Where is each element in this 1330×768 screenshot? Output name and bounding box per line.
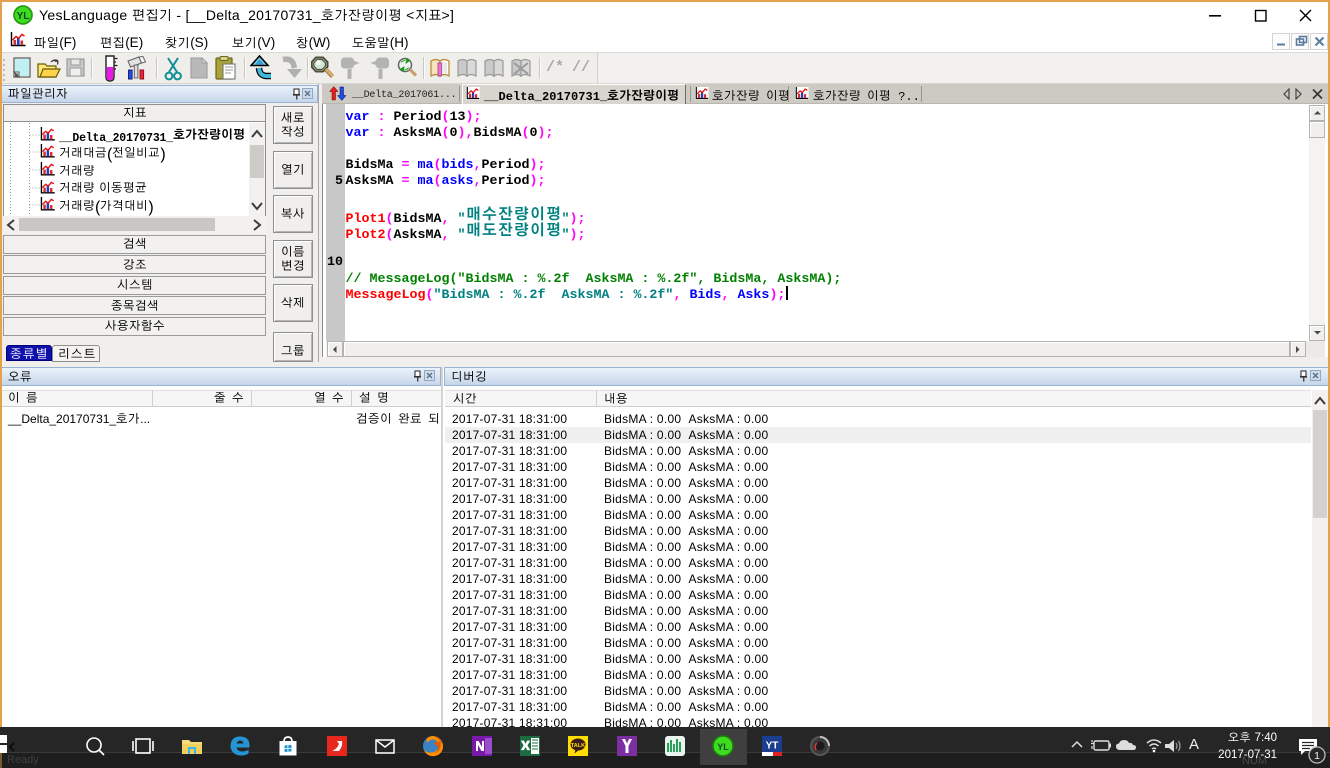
svg-text:1: 1	[1314, 750, 1320, 762]
svg-text:YL: YL	[717, 742, 729, 752]
svg-text:TALK: TALK	[571, 743, 585, 749]
svg-text:YT: YT	[766, 741, 779, 752]
